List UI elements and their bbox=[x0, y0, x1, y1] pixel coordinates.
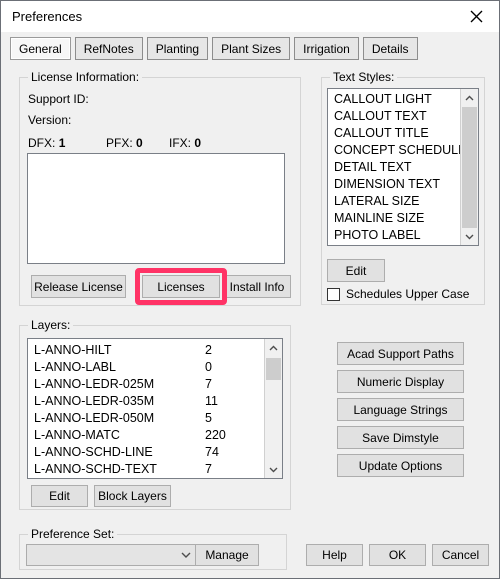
list-item[interactable]: LATERAL SIZE bbox=[328, 193, 461, 210]
table-row[interactable]: L-ANNO-LEDR-050M 5 bbox=[28, 410, 265, 427]
acad-support-paths-button[interactable]: Acad Support Paths bbox=[337, 342, 464, 365]
layers-scrollbar[interactable] bbox=[264, 339, 282, 478]
layer-name: L-ANNO-HILT bbox=[34, 343, 112, 357]
layers-legend: Layers: bbox=[28, 318, 74, 332]
table-row[interactable]: L-ANNO-LABL 0 bbox=[28, 359, 265, 376]
table-row[interactable]: L-ANNO-LEDR-025M 7 bbox=[28, 376, 265, 393]
close-icon[interactable] bbox=[454, 1, 499, 31]
license-information-legend: License Information: bbox=[28, 70, 143, 84]
help-button[interactable]: Help bbox=[306, 544, 363, 566]
tab-general[interactable]: General bbox=[10, 37, 71, 60]
install-info-button[interactable]: Install Info bbox=[223, 275, 291, 298]
layer-count: 7 bbox=[205, 462, 212, 476]
layer-count: 74 bbox=[205, 445, 219, 459]
list-item[interactable]: CALLOUT LIGHT bbox=[328, 91, 461, 108]
dfx-counter: DFX: 1 bbox=[28, 136, 65, 150]
table-row[interactable]: L-ANNO-LEDR-035M 11 bbox=[28, 393, 265, 410]
chevron-down-icon[interactable] bbox=[175, 552, 197, 558]
list-item[interactable]: CALLOUT TITLE bbox=[328, 125, 461, 142]
block-layers-button[interactable]: Block Layers bbox=[94, 485, 171, 507]
layer-count: 220 bbox=[205, 428, 226, 442]
schedules-upper-case-checkbox[interactable]: Schedules Upper Case bbox=[327, 287, 469, 301]
layer-name: L-ANNO-SCHD-LINE bbox=[34, 445, 153, 459]
tab-planting[interactable]: Planting bbox=[146, 37, 209, 60]
layer-name: L-ANNO-LEDR-050M bbox=[34, 411, 155, 425]
scroll-up-icon[interactable] bbox=[461, 89, 478, 106]
checkbox-icon[interactable] bbox=[327, 287, 340, 301]
save-dimstyle-button[interactable]: Save Dimstyle bbox=[337, 426, 464, 449]
layer-count: 7 bbox=[205, 377, 212, 391]
list-item[interactable]: MAINLINE SIZE bbox=[328, 210, 461, 227]
preference-set-legend: Preference Set: bbox=[28, 527, 118, 541]
dfx-value: 1 bbox=[58, 136, 66, 150]
ifx-value: 0 bbox=[194, 136, 202, 150]
list-item[interactable]: DIMENSION TEXT bbox=[328, 176, 461, 193]
title-bar: Preferences bbox=[1, 1, 499, 32]
update-options-button[interactable]: Update Options bbox=[337, 454, 464, 477]
ifx-counter: IFX: 0 bbox=[169, 136, 201, 150]
layer-count: 11 bbox=[205, 394, 218, 408]
window-title: Preferences bbox=[12, 9, 83, 24]
text-styles-edit-button[interactable]: Edit bbox=[327, 259, 385, 282]
schedules-upper-case-label: Schedules Upper Case bbox=[346, 287, 470, 301]
support-id-label: Support ID: bbox=[28, 92, 89, 106]
layers-listbox[interactable]: L-ANNO-HILT 2 L-ANNO-LABL 0 L-ANNO-LEDR-… bbox=[27, 338, 283, 479]
ifx-label: IFX: bbox=[169, 136, 192, 150]
list-item[interactable]: PHOTO LABEL bbox=[328, 227, 461, 244]
preference-set-select[interactable] bbox=[26, 544, 198, 566]
layer-name: L-ANNO-LEDR-025M bbox=[34, 377, 155, 391]
scroll-thumb[interactable] bbox=[462, 107, 477, 228]
text-styles-scrollbar[interactable] bbox=[460, 89, 478, 245]
layers-edit-button[interactable]: Edit bbox=[31, 485, 88, 507]
scroll-down-icon[interactable] bbox=[265, 461, 282, 478]
list-item[interactable]: DETAIL TEXT bbox=[328, 159, 461, 176]
tab-irrigation[interactable]: Irrigation bbox=[294, 37, 359, 60]
layer-count: 5 bbox=[205, 411, 212, 425]
scroll-up-icon[interactable] bbox=[265, 339, 282, 356]
list-item[interactable]: CONCEPT SCHEDULE TE bbox=[328, 142, 461, 159]
tab-strip: General RefNotes Planting Plant Sizes Ir… bbox=[10, 37, 418, 61]
preferences-dialog: Preferences General RefNotes Planting Pl… bbox=[0, 0, 500, 579]
dfx-label: DFX: bbox=[28, 136, 56, 150]
version-label: Version: bbox=[28, 113, 72, 127]
pfx-label: PFX: bbox=[106, 136, 133, 150]
license-text-area[interactable] bbox=[27, 153, 285, 264]
table-row[interactable]: L-ANNO-SCHD-LINE 74 bbox=[28, 444, 265, 461]
scroll-thumb[interactable] bbox=[266, 358, 281, 380]
pfx-value: 0 bbox=[136, 136, 143, 150]
layer-name: L-ANNO-MATC bbox=[34, 428, 120, 442]
text-styles-legend: Text Styles: bbox=[330, 70, 398, 84]
ok-button[interactable]: OK bbox=[369, 544, 426, 566]
tab-details[interactable]: Details bbox=[362, 37, 418, 60]
pfx-counter: PFX: 0 bbox=[106, 136, 143, 150]
layer-count: 0 bbox=[205, 360, 212, 374]
table-row[interactable]: L-ANNO-SCHD-TEXT 7 bbox=[28, 461, 265, 478]
layer-name: L-ANNO-LABL bbox=[34, 360, 116, 374]
numeric-display-button[interactable]: Numeric Display bbox=[337, 370, 464, 393]
layer-count: 2 bbox=[205, 343, 212, 357]
manage-button[interactable]: Manage bbox=[195, 544, 259, 566]
cancel-button[interactable]: Cancel bbox=[432, 544, 489, 566]
list-item[interactable]: CALLOUT TEXT bbox=[328, 108, 461, 125]
layer-name: L-ANNO-SCHD-TEXT bbox=[34, 462, 157, 476]
tab-refnotes[interactable]: RefNotes bbox=[74, 37, 143, 60]
tab-plant-sizes[interactable]: Plant Sizes bbox=[212, 37, 291, 60]
table-row[interactable]: L-ANNO-MATC 220 bbox=[28, 427, 265, 444]
licenses-button[interactable]: Licenses bbox=[142, 275, 220, 298]
text-styles-listbox[interactable]: CALLOUT LIGHT CALLOUT TEXT CALLOUT TITLE… bbox=[327, 88, 479, 246]
layer-name: L-ANNO-LEDR-035M bbox=[34, 394, 155, 408]
language-strings-button[interactable]: Language Strings bbox=[337, 398, 464, 421]
release-license-button[interactable]: Release License bbox=[31, 275, 126, 298]
table-row[interactable]: L-ANNO-HILT 2 bbox=[28, 342, 265, 359]
list-item[interactable]: PLANT CALLOUT bbox=[328, 244, 461, 245]
scroll-down-icon[interactable] bbox=[461, 228, 478, 245]
